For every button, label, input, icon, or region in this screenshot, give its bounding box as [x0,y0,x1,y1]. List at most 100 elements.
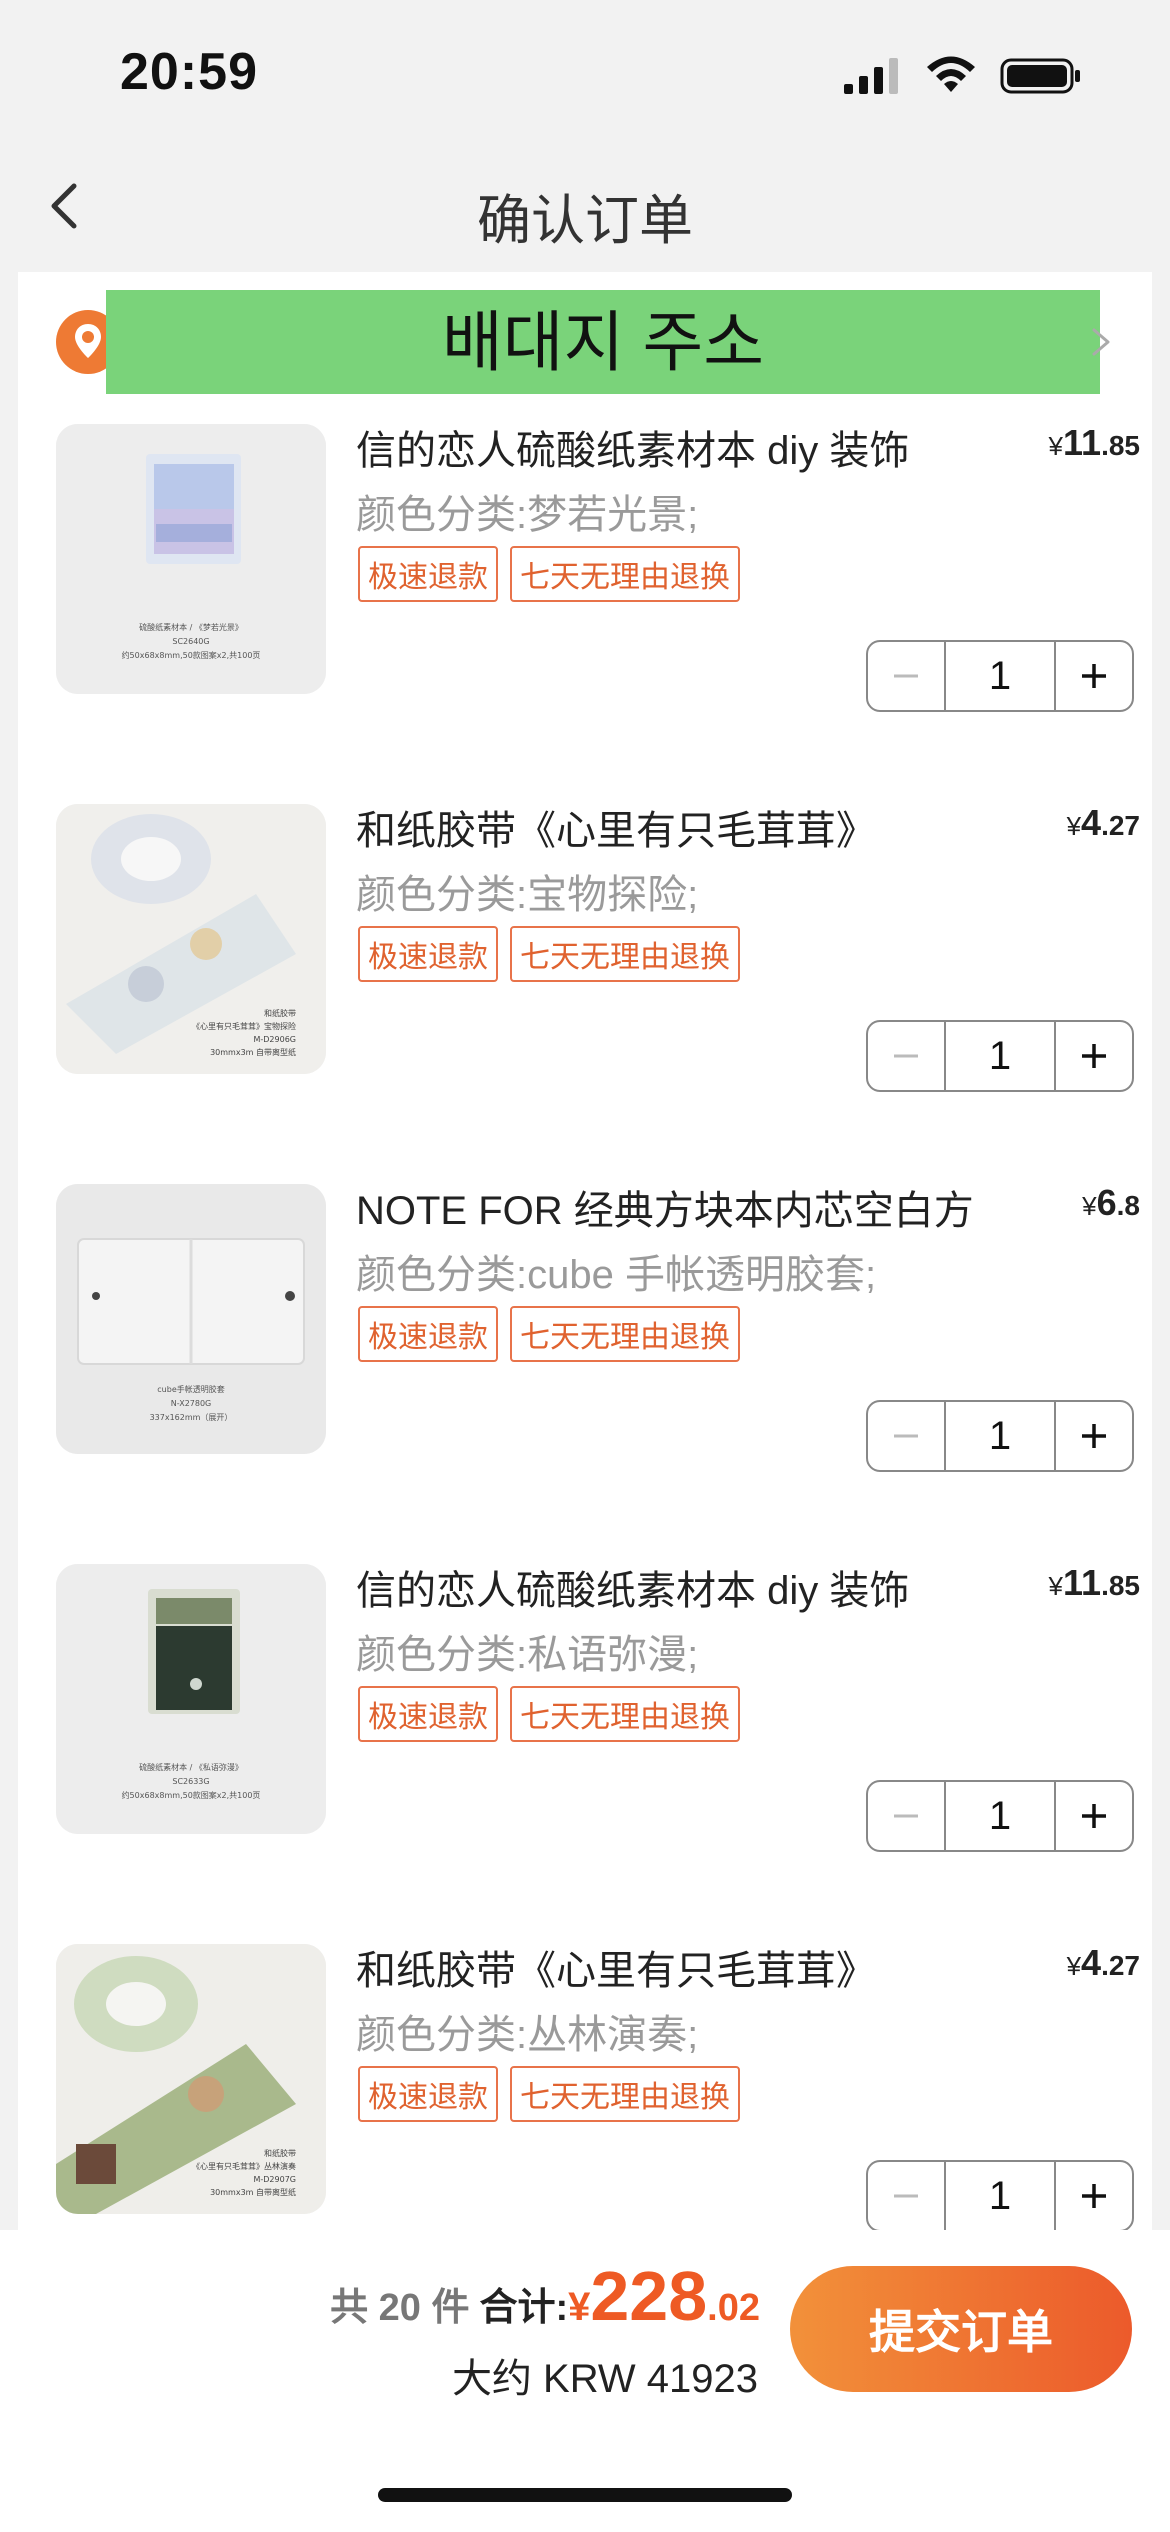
quantity-stepper: 1 [866,1020,1134,1092]
minus-icon [894,2194,918,2198]
product-image[interactable]: 硫酸纸素材本 / 《私语弥漫》 SC2633G 约50x68x8mm,50款图案… [56,1564,326,1834]
product-price: ¥4.27 [1067,1942,1140,1984]
service-tags: 极速退款 七天无理由退换 [358,1306,740,1362]
home-indicator [378,2488,792,2502]
fast-refund-tag: 极速退款 [358,926,498,982]
caption-line: SC2633G [172,1777,209,1786]
total-label: 合计: [479,2287,569,2329]
price-decimal: .8 [1116,1190,1140,1221]
minus-icon [894,674,918,678]
status-icons [842,56,1082,96]
caption-line: SC2640G [172,637,209,646]
plus-icon [1082,664,1106,688]
increase-quantity-button[interactable] [1054,2162,1132,2230]
quantity-value[interactable]: 1 [946,1402,1054,1470]
product-title[interactable]: 和纸胶带《心里有只毛茸茸》 [356,798,996,856]
product-image[interactable]: 和纸胶带 《心里有只毛茸茸》宝物探险 M-D2906G 30mmx3m 自带离型… [56,804,326,1074]
decrease-quantity-button[interactable] [868,2162,946,2230]
service-tags: 极速退款 七天无理由退换 [358,546,740,602]
plus-icon [1082,1044,1106,1068]
decrease-quantity-button[interactable] [868,1022,946,1090]
product-variant: 颜色分类:丛林演奏; [356,2013,699,2057]
increase-quantity-button[interactable] [1054,1782,1132,1850]
product-price: ¥4.27 [1067,802,1140,844]
product-title[interactable]: 信的恋人硫酸纸素材本 diy 装饰 [356,418,996,476]
quantity-value[interactable]: 1 [946,1782,1054,1850]
price-currency: ¥ [1066,811,1082,841]
caption-line: cube手帐透明胶套 [157,1384,224,1394]
fast-refund-tag: 极速退款 [358,2066,498,2122]
product-variant: 颜色分类:梦若光景; [356,493,699,537]
fast-refund-tag: 极速退款 [358,546,498,602]
price-decimal: .27 [1101,1950,1140,1981]
product-image[interactable]: cube手帐透明胶套 N-X2780G 337x162mm（展开） [56,1184,326,1454]
product-thumbnail: 硫酸纸素材本 / 《私语弥漫》 SC2633G 约50x68x8mm,50款图案… [56,1564,326,1834]
decrease-quantity-button[interactable] [868,1402,946,1470]
service-tags: 极速退款 七天无理由退换 [358,2066,740,2122]
address-label: 배대지 주소 [106,290,1100,394]
total-currency: ¥ [568,2285,591,2329]
quantity-stepper: 1 [866,2160,1134,2230]
price-decimal: .85 [1101,1570,1140,1601]
price-currency: ¥ [1048,1571,1063,1601]
total-integer: 228 [590,2257,708,2335]
fast-refund-tag: 极速退款 [358,1306,498,1362]
plus-icon [1082,2184,1106,2208]
decrease-quantity-button[interactable] [868,1782,946,1850]
submit-order-button[interactable]: 提交订单 [790,2266,1132,2392]
total-decimal: .02 [707,2287,760,2329]
price-integer: 11 [1063,1562,1102,1603]
price-integer: 11 [1063,422,1102,463]
price-integer: 6 [1096,1182,1117,1223]
service-tags: 极速退款 七天无理由退换 [358,1686,740,1742]
increase-quantity-button[interactable] [1054,642,1132,710]
list-item: 和纸胶带 《心里有只毛茸茸》丛林演奏 M-D2907G 30mmx3m 自带离型… [18,1938,1152,2230]
quantity-stepper: 1 [866,1780,1134,1852]
item-count: 共 20 件 [330,2287,470,2329]
price-integer: 4 [1081,1942,1102,1983]
seven-day-return-tag: 七天无理由退换 [510,926,740,982]
increase-quantity-button[interactable] [1054,1022,1132,1090]
order-items-list[interactable]: 硫酸纸素材本 / 《梦若光景》 SC2640G 约50x68x8mm,50款图案… [18,412,1152,2230]
chevron-right-icon [1092,328,1110,356]
product-price: ¥6.8 [1082,1182,1140,1224]
caption-line: 硫酸纸素材本 / 《梦若光景》 [139,622,243,632]
product-title[interactable]: NOTE FOR 经典方块本内芯空白方 [356,1178,996,1236]
seven-day-return-tag: 七天无理由退换 [510,1686,740,1742]
status-bar: 20:59 [0,0,1170,140]
plus-icon [1082,1424,1106,1448]
page-title: 确认订单 [477,191,693,251]
caption-line: M-D2906G [253,1035,296,1044]
address-selector[interactable]: 배대지 주소 [18,272,1152,412]
seven-day-return-tag: 七天无理由退换 [510,546,740,602]
fast-refund-tag: 极速退款 [358,1686,498,1742]
quantity-value[interactable]: 1 [946,642,1054,710]
product-price: ¥11.85 [1049,1562,1140,1604]
caption-line: 和纸胶带 [264,2148,296,2158]
caption-line: 和纸胶带 [264,1008,296,1018]
order-total: 共 20 件 合计: ¥ 228 .02 [330,2256,760,2336]
quantity-stepper: 1 [866,640,1134,712]
caption-line: 《心里有只毛茸茸》丛林演奏 [192,2161,296,2171]
product-thumbnail: 和纸胶带 《心里有只毛茸茸》宝物探险 M-D2906G 30mmx3m 自带离型… [56,804,326,1074]
battery-icon [1000,58,1080,94]
decrease-quantity-button[interactable] [868,642,946,710]
caption-line: 30mmx3m 自带离型纸 [210,1047,296,1057]
checkout-bar: 共 20 件 合计: ¥ 228 .02 大约 KRW 41923 提交订单 [0,2230,1170,2532]
price-currency: ¥ [1082,1191,1097,1221]
product-title[interactable]: 信的恋人硫酸纸素材本 diy 装饰 [356,1558,996,1616]
quantity-value[interactable]: 1 [946,1022,1054,1090]
product-image[interactable]: 硫酸纸素材本 / 《梦若光景》 SC2640G 约50x68x8mm,50款图案… [56,424,326,694]
quantity-value[interactable]: 1 [946,2162,1054,2230]
product-title[interactable]: 和纸胶带《心里有只毛茸茸》 [356,1938,996,1996]
plus-icon [1082,1804,1106,1828]
product-variant: 颜色分类:cube 手帐透明胶套; [356,1253,877,1297]
increase-quantity-button[interactable] [1054,1402,1132,1470]
quantity-stepper: 1 [866,1400,1134,1472]
price-currency: ¥ [1066,1951,1082,1981]
product-image[interactable]: 和纸胶带 《心里有只毛茸茸》丛林演奏 M-D2907G 30mmx3m 自带离型… [56,1944,326,2214]
caption-line: 硫酸纸素材本 / 《私语弥漫》 [139,1762,243,1772]
product-thumbnail: 硫酸纸素材本 / 《梦若光景》 SC2640G 约50x68x8mm,50款图案… [56,424,326,694]
seven-day-return-tag: 七天无理由退换 [510,2066,740,2122]
price-currency: ¥ [1048,431,1063,461]
